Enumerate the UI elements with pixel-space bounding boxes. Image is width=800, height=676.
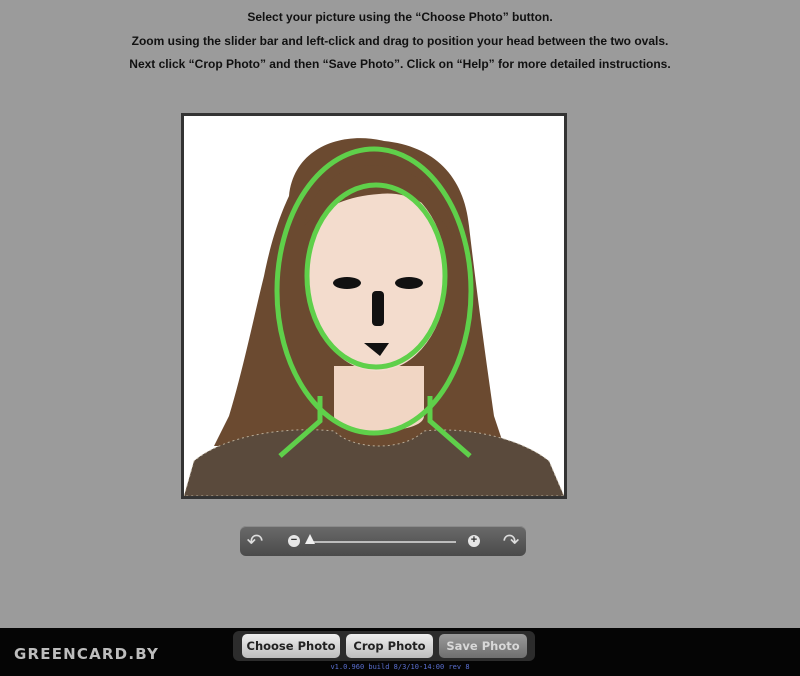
crop-photo-button[interactable]: Crop Photo <box>346 634 433 658</box>
photo-canvas[interactable] <box>184 116 564 496</box>
rotate-left-icon[interactable]: ↶ <box>244 529 266 553</box>
instruction-line-3: Next click “Crop Photo” and then “Save P… <box>129 57 671 71</box>
nose-mask <box>372 291 384 326</box>
action-button-group: Choose Photo Crop Photo Save Photo <box>233 631 535 661</box>
save-photo-button[interactable]: Save Photo <box>439 634 527 658</box>
rotate-right-icon[interactable]: ↷ <box>500 529 522 553</box>
version-text: v1.0.960 build 8/3/10-14:00 rev 8 <box>330 663 470 671</box>
zoom-slider[interactable] <box>305 534 456 544</box>
instruction-line-2: Zoom using the slider bar and left-click… <box>131 33 669 48</box>
zoom-in-icon[interactable]: + <box>468 535 480 547</box>
choose-photo-button[interactable]: Choose Photo <box>242 634 340 658</box>
zoom-slider-thumb[interactable] <box>305 534 315 544</box>
instructions: Select your picture using the “Choose Ph… <box>0 6 800 77</box>
photo-crop-area[interactable] <box>181 113 567 499</box>
instruction-line-1: Select your picture using the “Choose Ph… <box>247 10 553 24</box>
zoom-out-icon[interactable]: − <box>288 535 300 547</box>
brand-logo: GREENCARD.BY <box>14 645 160 663</box>
left-eye-mask <box>333 277 361 289</box>
right-eye-mask <box>395 277 423 289</box>
footer-bar: GREENCARD.BY Choose Photo Crop Photo Sav… <box>0 628 800 676</box>
zoom-control: ↶ − + ↷ <box>240 526 526 556</box>
